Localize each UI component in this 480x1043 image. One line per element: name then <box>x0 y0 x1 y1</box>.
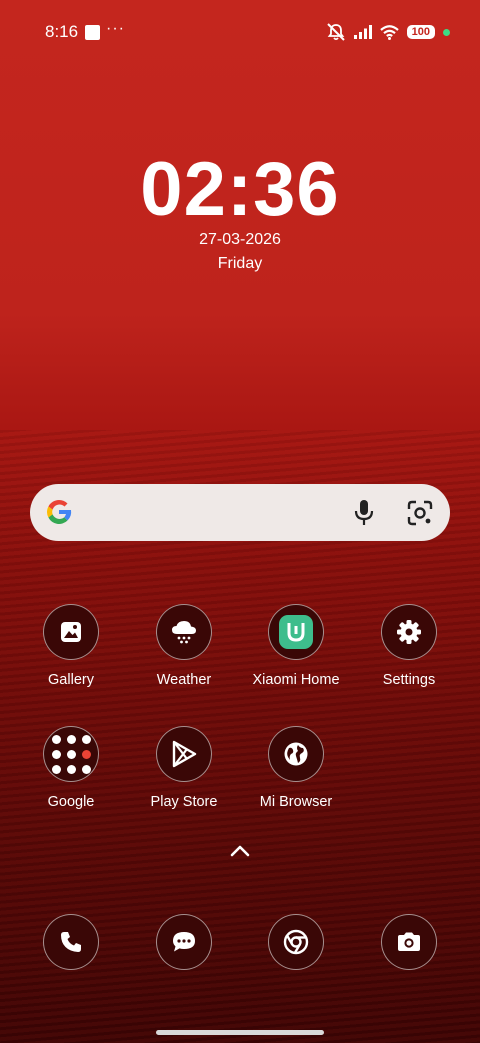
play-store-icon <box>172 740 197 768</box>
app-settings[interactable]: Settings <box>349 604 469 688</box>
clock-widget-day: Friday <box>217 255 263 272</box>
phone-icon <box>61 932 81 952</box>
app-label: Gallery <box>48 672 94 688</box>
app-mi-browser[interactable]: Mi Browser <box>236 726 356 810</box>
microphone-icon[interactable] <box>352 499 376 526</box>
weather-icon <box>172 621 196 644</box>
gallery-icon <box>61 622 81 642</box>
xiaomi-home-icon <box>279 615 313 649</box>
app-drawer-chevron-up-icon[interactable] <box>228 842 252 860</box>
wifi-icon <box>379 24 399 40</box>
green-dot-indicator <box>443 28 450 36</box>
app-label: Google <box>47 794 95 810</box>
app-label: Xiaomi Home <box>252 672 340 688</box>
chrome-icon <box>283 929 309 955</box>
clock-widget-date: 27-03-2026 <box>199 231 281 248</box>
messages-icon <box>173 932 195 952</box>
google-search-bar[interactable] <box>30 484 450 541</box>
status-bar: 8:16 ··· 100 <box>0 0 480 64</box>
app-label: Play Store <box>150 794 218 810</box>
google-lens-icon[interactable] <box>406 499 434 527</box>
clock-widget-time[interactable]: 02:36 <box>0 146 480 233</box>
camera-icon <box>398 932 420 951</box>
app-weather[interactable]: Weather <box>124 604 244 688</box>
dock-chrome[interactable] <box>236 914 356 970</box>
globe-icon <box>284 742 308 766</box>
gesture-navigation-bar[interactable] <box>156 1030 324 1035</box>
notifications-off-icon <box>326 23 345 41</box>
folder-icon <box>51 734 91 774</box>
dock-messages[interactable] <box>124 914 244 970</box>
battery-icon: 100 <box>406 25 435 39</box>
notification-square-icon <box>85 25 100 40</box>
signal-icon <box>353 25 372 39</box>
folder-google[interactable]: Google <box>11 726 131 810</box>
google-g-logo <box>47 499 72 524</box>
app-gallery[interactable]: Gallery <box>11 604 131 688</box>
gear-icon <box>397 620 421 644</box>
app-label: Settings <box>382 672 436 688</box>
more-notifications-icon: ··· <box>106 20 125 37</box>
app-play-store[interactable]: Play Store <box>124 726 244 810</box>
app-label: Weather <box>156 672 212 688</box>
dock-camera[interactable] <box>349 914 469 970</box>
dock-phone[interactable] <box>11 914 131 970</box>
app-xiaomi-home[interactable]: Xiaomi Home <box>236 604 356 688</box>
status-time: 8:16 <box>45 22 79 41</box>
app-label: Mi Browser <box>259 794 333 810</box>
